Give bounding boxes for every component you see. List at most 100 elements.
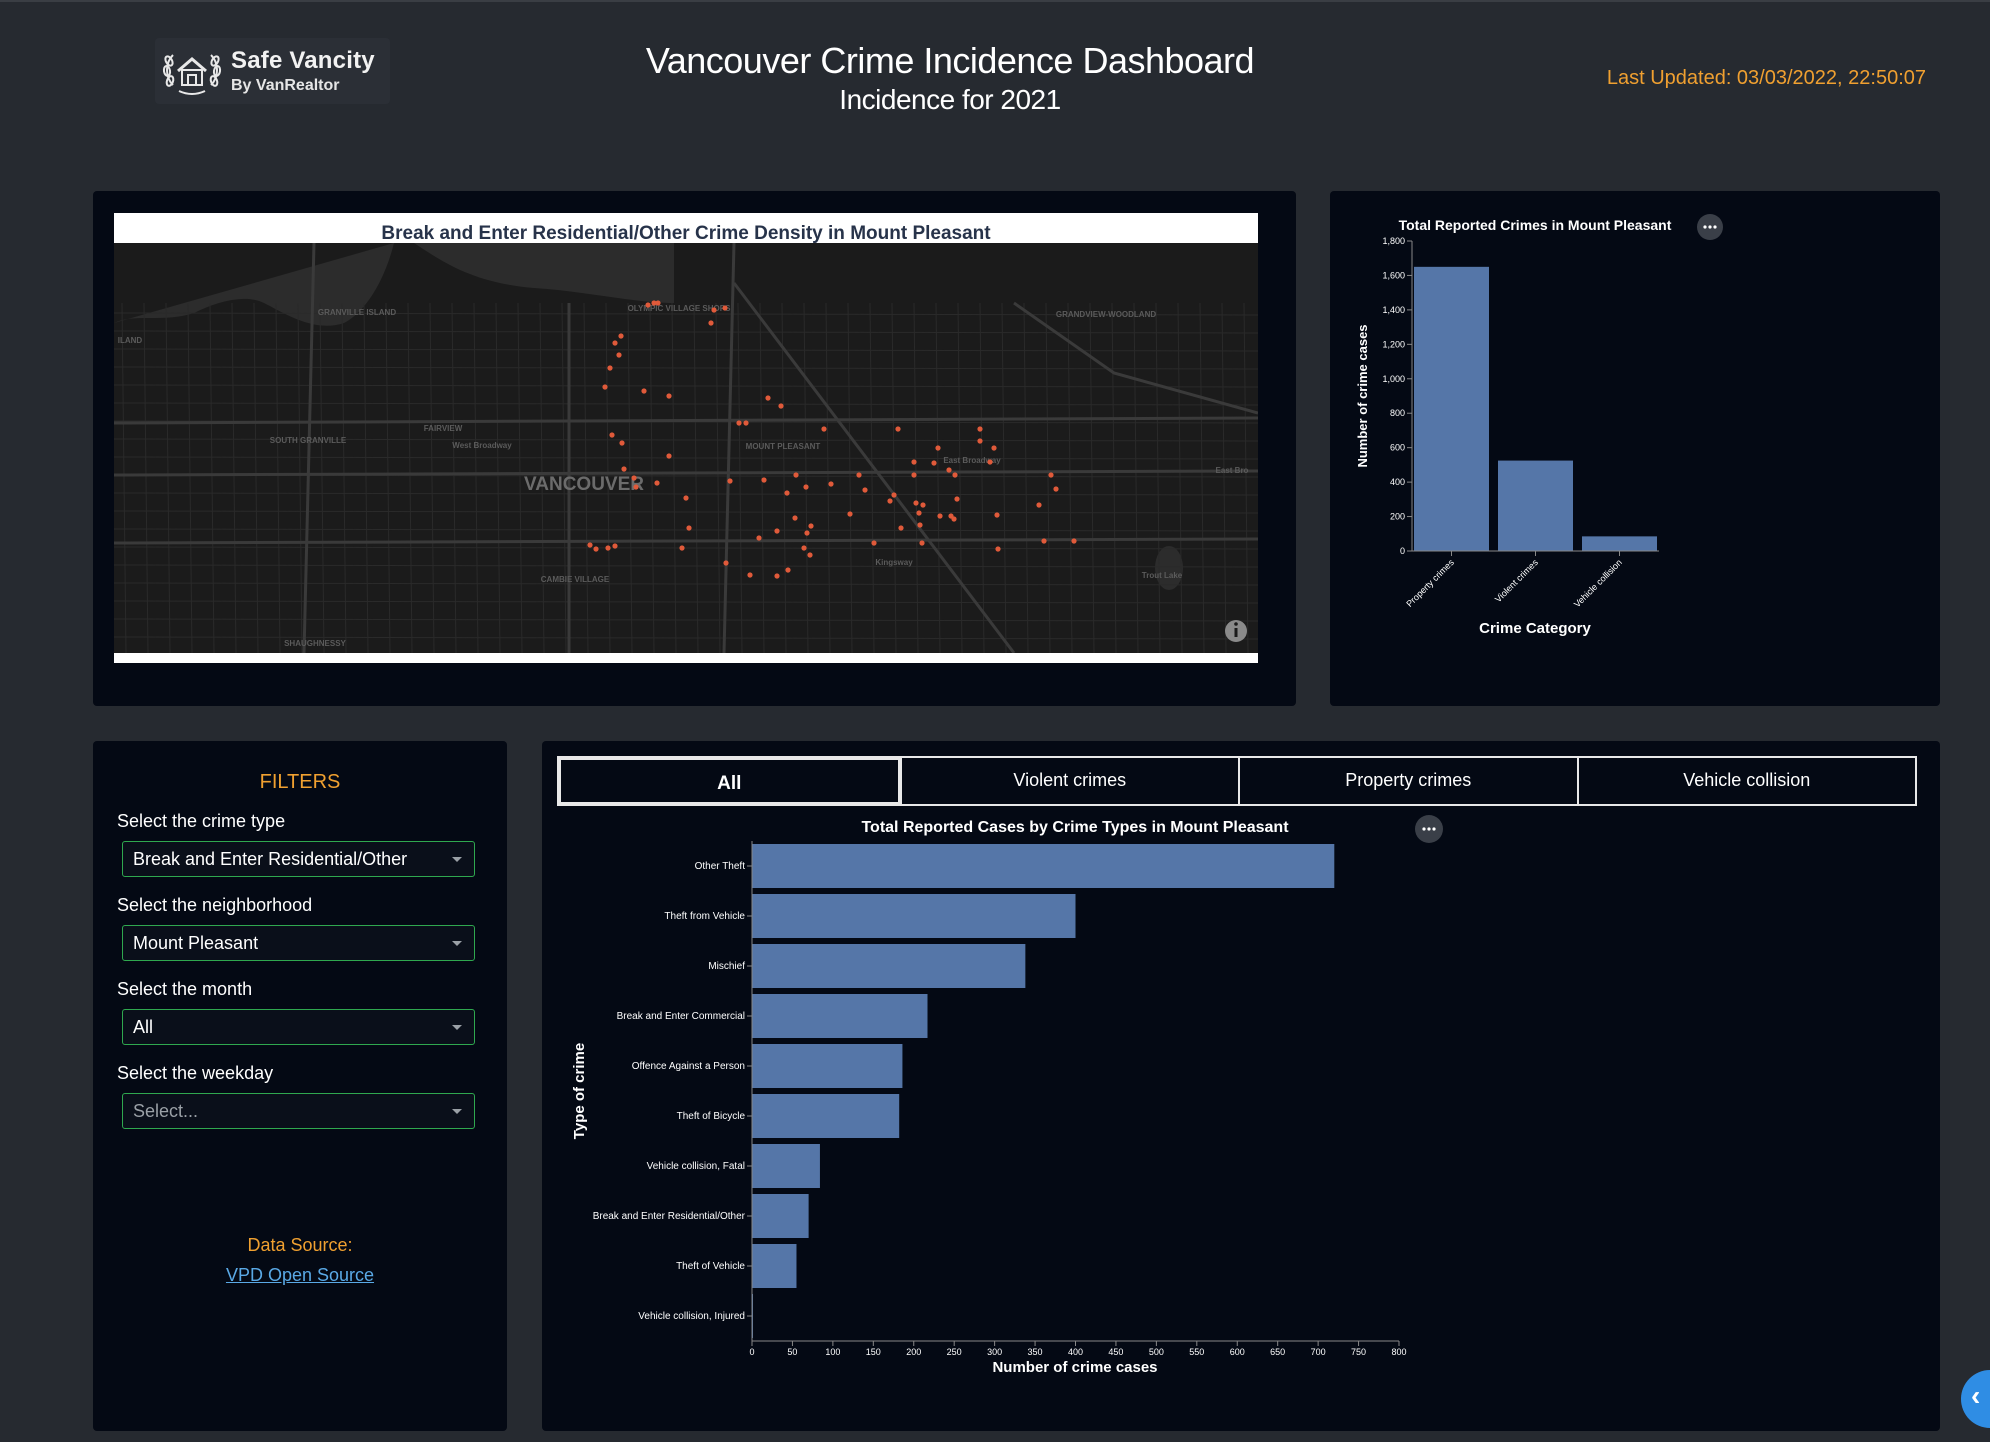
y-tick-label: 200 bbox=[1390, 512, 1405, 522]
crime-density-map[interactable]: VANCOUVER GRANVILLE ISLAND FAIRVIEW SOUTH G… bbox=[114, 243, 1258, 653]
crime-type-bar bbox=[752, 1044, 903, 1088]
crime-point bbox=[727, 478, 733, 484]
crime-point bbox=[761, 477, 767, 483]
y-tick-label: Offence Against a Person bbox=[632, 1061, 745, 1072]
crime-point bbox=[645, 302, 651, 308]
crime-category-chart: Total Reported Crimes in Mount Pleasant 0… bbox=[1355, 214, 1723, 637]
map-place-label: SOUTH GRANVILLE bbox=[270, 436, 347, 445]
filters-panel: FILTERS Select the crime type Break and … bbox=[93, 741, 507, 1431]
map-place-label: ILAND bbox=[118, 336, 143, 345]
y-tick-label: Theft of Bicycle bbox=[677, 1111, 746, 1122]
house-laurel-icon bbox=[162, 54, 222, 95]
crime-point bbox=[621, 466, 627, 472]
y-axis-title: Type of crime bbox=[571, 1043, 588, 1139]
x-tick-label: 350 bbox=[1028, 1347, 1043, 1357]
weekday-label: Select the weekday bbox=[117, 1063, 274, 1083]
crime-point bbox=[722, 305, 728, 311]
crime-point bbox=[951, 516, 957, 522]
x-tick-label: Vehicle collision bbox=[1572, 557, 1624, 609]
dashboard-root: Safe Vancity By VanRealtor Vancouver Cri… bbox=[0, 0, 1990, 1442]
crime-point bbox=[616, 352, 622, 358]
crime-point bbox=[619, 440, 625, 446]
crime-point bbox=[666, 453, 672, 459]
y-tick-label: Vehicle collision, Injured bbox=[638, 1311, 745, 1322]
crime-point bbox=[654, 480, 660, 486]
crime-point bbox=[891, 492, 897, 498]
x-tick-label: 550 bbox=[1189, 1347, 1204, 1357]
crime-point bbox=[898, 525, 904, 531]
crime-point bbox=[618, 333, 624, 339]
sidebar-toggle-button[interactable]: ‹ bbox=[1961, 1370, 1990, 1428]
map-title: Break and Enter Residential/Other Crime … bbox=[381, 223, 991, 244]
x-tick-label: 250 bbox=[947, 1347, 962, 1357]
logo-subtitle: By VanRealtor bbox=[231, 77, 340, 94]
chevron-down-icon bbox=[452, 857, 462, 862]
y-tick-label: Other Theft bbox=[695, 861, 746, 872]
crime-point bbox=[593, 546, 599, 552]
crime-point bbox=[916, 510, 922, 516]
crime-point bbox=[895, 426, 901, 432]
crime-point bbox=[911, 472, 917, 478]
crime-point bbox=[605, 545, 611, 551]
y-tick-label: Break and Enter Residential/Other bbox=[593, 1211, 746, 1222]
month-label: Select the month bbox=[117, 979, 253, 999]
crime-point bbox=[1048, 472, 1054, 478]
y-tick-label: 0 bbox=[1400, 546, 1405, 556]
x-tick-label: 650 bbox=[1270, 1347, 1285, 1357]
x-tick-label: 750 bbox=[1351, 1347, 1366, 1357]
crime-point bbox=[1071, 538, 1077, 544]
neighborhood-select[interactable]: Mount Pleasant bbox=[122, 925, 475, 961]
crime-type-bar bbox=[752, 894, 1076, 938]
map-place-label: Kingsway bbox=[875, 558, 913, 567]
crime-type-bar bbox=[752, 994, 928, 1038]
crime-point bbox=[1041, 538, 1047, 544]
x-tick-label: 150 bbox=[866, 1347, 881, 1357]
x-tick-label: Property crimes bbox=[1404, 557, 1456, 609]
crime-point bbox=[631, 475, 637, 481]
crime-point bbox=[801, 545, 807, 551]
crime-point bbox=[917, 522, 923, 528]
crime-point bbox=[862, 487, 868, 493]
weekday-select[interactable]: Select... bbox=[122, 1093, 475, 1129]
crime-point bbox=[991, 445, 997, 451]
category-bar bbox=[1414, 266, 1489, 551]
crime-point bbox=[765, 395, 771, 401]
crime-point bbox=[655, 300, 661, 306]
more-icon-dot bbox=[1713, 225, 1717, 229]
map-place-label: GRANDVIEW-WOODLAND bbox=[1056, 310, 1156, 319]
crime-type-bar bbox=[752, 1094, 900, 1138]
weekday-placeholder: Select... bbox=[133, 1101, 199, 1121]
info-icon[interactable] bbox=[1225, 620, 1247, 642]
x-tick-label: 0 bbox=[749, 1347, 754, 1357]
neighborhood-label: Select the neighborhood bbox=[117, 895, 313, 915]
map-canvas[interactable]: VANCOUVER GRANVILLE ISLAND FAIRVIEW SOUTH G… bbox=[114, 243, 1258, 653]
crime-point bbox=[602, 384, 608, 390]
y-tick-label: Theft from Vehicle bbox=[664, 911, 745, 922]
y-axis-title: Number of crime cases bbox=[1355, 324, 1370, 467]
crime-point bbox=[952, 472, 958, 478]
y-tick-label: 1,800 bbox=[1382, 236, 1405, 246]
crime-type-bar bbox=[752, 944, 1026, 988]
month-select[interactable]: All bbox=[122, 1009, 475, 1045]
y-tick-label: 1,200 bbox=[1382, 339, 1405, 349]
data-source-link[interactable]: VPD Open Source bbox=[93, 1265, 507, 1286]
crime-type-bar bbox=[752, 1194, 809, 1238]
crime-point bbox=[679, 545, 685, 551]
chart-menu-button[interactable] bbox=[1697, 214, 1723, 240]
map-place-label: MOUNT PLEASANT bbox=[746, 442, 821, 451]
crime-point bbox=[607, 365, 613, 371]
crime-type-select[interactable]: Break and Enter Residential/Other bbox=[122, 841, 475, 877]
y-tick-label: 1,600 bbox=[1382, 270, 1405, 280]
logo-text: Safe Vancity By VanRealtor bbox=[231, 47, 375, 95]
crime-point bbox=[612, 543, 618, 549]
crime-point bbox=[756, 535, 762, 541]
crime-point bbox=[807, 552, 813, 558]
crime-point bbox=[913, 500, 919, 506]
x-tick-label: 100 bbox=[825, 1347, 840, 1357]
chart-menu-button[interactable] bbox=[1415, 815, 1443, 843]
crime-point bbox=[977, 426, 983, 432]
crime-point bbox=[609, 432, 615, 438]
crime-point bbox=[1053, 486, 1059, 492]
crime-type-value: Break and Enter Residential/Other bbox=[133, 849, 408, 869]
crime-point bbox=[937, 513, 943, 519]
